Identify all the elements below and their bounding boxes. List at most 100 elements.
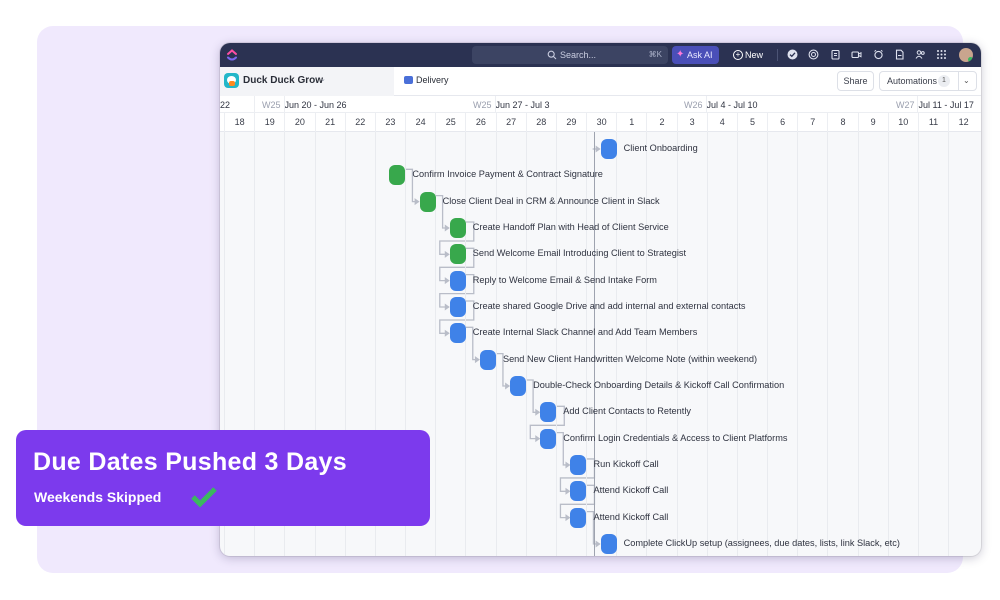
task-milestone[interactable]: [570, 454, 587, 475]
clipboard-icon[interactable]: [829, 49, 841, 61]
grid-line: [948, 132, 950, 556]
task-label[interactable]: Attend Kickoff Call: [593, 485, 668, 495]
day-cell: 21: [314, 113, 345, 132]
week-label: W25 Jun 20 - Jun 26: [262, 100, 347, 110]
record-icon[interactable]: [807, 49, 819, 61]
apps-grid-icon[interactable]: [935, 49, 947, 61]
day-cell: 2: [646, 113, 676, 132]
banner-title: Due Dates Pushed 3 Days: [33, 448, 347, 476]
day-cell: 25: [435, 113, 465, 132]
task-milestone[interactable]: [510, 375, 527, 396]
week-label: W25 Jun 27 - Jul 3: [473, 100, 550, 110]
link-arrow-icon: [595, 540, 601, 548]
task-label[interactable]: Attend Kickoff Call: [593, 512, 668, 522]
task-milestone[interactable]: [600, 139, 617, 159]
task-label[interactable]: Run Kickoff Call: [593, 459, 658, 469]
task-milestone[interactable]: [449, 296, 466, 317]
task-label[interactable]: Create Internal Slack Channel and Add Te…: [473, 327, 698, 337]
space-selector[interactable]: Duck Duck Grow ⌄: [220, 67, 394, 96]
grid-line: [887, 132, 889, 556]
week-range: Jul 11 - Jul 17: [918, 100, 974, 110]
task-milestone[interactable]: [449, 270, 466, 291]
search-input[interactable]: Search... ⌘K: [472, 46, 668, 64]
task-label[interactable]: Send New Client Handwritten Welcome Note…: [503, 354, 757, 364]
task-label[interactable]: Create Handoff Plan with Head of Client …: [473, 222, 669, 232]
week-number: W25: [473, 100, 492, 110]
task-label[interactable]: Double-Check Onboarding Details & Kickof…: [533, 380, 784, 390]
document-icon[interactable]: [893, 49, 905, 61]
day-cell: 12: [948, 113, 978, 132]
task-milestone[interactable]: [570, 481, 587, 502]
task-milestone[interactable]: [540, 428, 557, 449]
new-button[interactable]: + New: [733, 46, 763, 64]
day-cell: 22: [344, 113, 375, 132]
alarm-icon[interactable]: [872, 49, 884, 61]
week-label: W26 Jul 4 - Jul 10: [684, 100, 758, 110]
task-label[interactable]: Complete ClickUp setup (assignees, due d…: [624, 538, 900, 548]
view-tab-delivery[interactable]: Delivery: [404, 75, 449, 85]
chevron-down-icon[interactable]: ⌄: [963, 72, 970, 90]
people-icon[interactable]: [914, 49, 926, 61]
grid-line: [767, 132, 769, 556]
plus-circle-icon: +: [733, 50, 743, 60]
week-divider: [917, 96, 918, 113]
task-milestone[interactable]: [389, 165, 406, 186]
day-cell: 27: [495, 113, 526, 132]
week-number: W26: [684, 100, 703, 110]
week-range: Jun 20 - Jun 26: [284, 100, 347, 110]
task-label[interactable]: Send Welcome Email Introducing Client to…: [473, 248, 686, 258]
day-cell: 29: [555, 113, 586, 132]
day-cell: 6: [767, 113, 797, 132]
day-cell: 8: [827, 113, 857, 132]
week-divider: [706, 96, 707, 113]
task-milestone[interactable]: [449, 323, 466, 344]
day-cell: 20: [284, 113, 314, 132]
ask-ai-label: Ask AI: [687, 50, 713, 60]
day-cell: 4: [706, 113, 737, 132]
day-cell: 26: [465, 113, 495, 132]
duck-avatar-icon: [224, 73, 239, 88]
task-label[interactable]: Client Onboarding: [624, 143, 698, 153]
week-range: Jun 27 - Jul 3: [495, 100, 550, 110]
task-milestone[interactable]: [570, 507, 587, 528]
task-label[interactable]: Create shared Google Drive and add inter…: [473, 301, 746, 311]
task-milestone[interactable]: [600, 533, 617, 554]
search-icon: [547, 50, 557, 60]
week-divider: [284, 96, 285, 113]
task-label[interactable]: Confirm Login Credentials & Access to Cl…: [563, 433, 787, 443]
search-placeholder: Search...: [560, 50, 597, 60]
share-button[interactable]: Share: [837, 71, 874, 91]
task-label[interactable]: Confirm Invoice Payment & Contract Signa…: [412, 169, 602, 179]
week-number: W27: [896, 100, 915, 110]
automations-count-badge: 1: [938, 75, 950, 87]
check-circle-icon[interactable]: [786, 49, 798, 61]
task-label[interactable]: Reply to Welcome Email & Send Intake For…: [473, 275, 657, 285]
week-range: Jul 4 - Jul 10: [706, 100, 758, 110]
task-milestone[interactable]: [540, 402, 557, 423]
day-cell: 1: [616, 113, 646, 132]
divider: [777, 49, 778, 61]
task-milestone[interactable]: [449, 244, 466, 265]
week-divider: [254, 96, 255, 113]
user-avatar[interactable]: [959, 48, 973, 62]
banner-subtitle: Weekends Skipped: [34, 489, 162, 505]
day-cell: 11: [917, 113, 948, 132]
toolbar: Duck Duck Grow ⌄ Delivery Share Automati…: [220, 67, 981, 96]
day-cell: 7: [797, 113, 827, 132]
top-bar: Search... ⌘K ✦ Ask AI + New: [220, 43, 981, 67]
task-milestone[interactable]: [479, 349, 496, 370]
sparkle-icon: ✦: [676, 49, 685, 60]
task-label[interactable]: Add Client Contacts to Retently: [563, 406, 691, 416]
ask-ai-button[interactable]: ✦ Ask AI: [672, 46, 719, 64]
video-icon[interactable]: [850, 49, 862, 61]
week-label: W27 Jul 11 - Jul 17: [896, 100, 974, 110]
search-shortcut: ⌘K: [648, 50, 662, 59]
task-milestone[interactable]: [449, 217, 466, 238]
clickup-logo-icon[interactable]: [226, 48, 238, 62]
automations-button[interactable]: Automations 1 ⌄: [879, 71, 977, 91]
grid-line: [706, 132, 708, 556]
day-cell: 9: [857, 113, 888, 132]
grid-line: [857, 132, 859, 556]
task-label[interactable]: Close Client Deal in CRM & Announce Clie…: [443, 196, 660, 206]
task-milestone[interactable]: [419, 191, 436, 212]
